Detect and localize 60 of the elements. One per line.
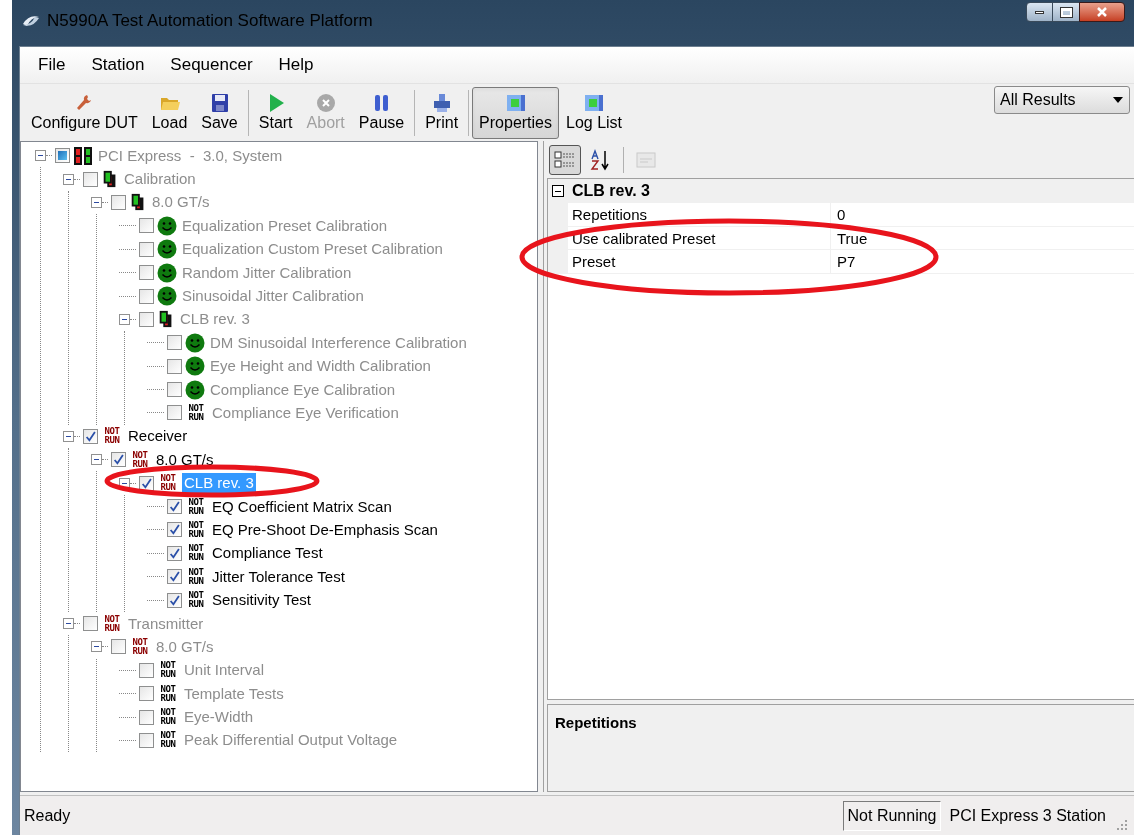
collapse-toggle[interactable] <box>552 185 564 197</box>
status-label: NOT RUN <box>187 404 205 422</box>
status-label: NOT RUN <box>187 520 205 539</box>
smiley-icon <box>157 239 177 260</box>
status-label: NOT RUN <box>131 450 149 469</box>
property-name: Preset <box>568 250 831 274</box>
toolbar-button[interactable]: Pause <box>351 86 412 139</box>
status-message: Ready <box>24 805 71 826</box>
app-logo-icon <box>21 14 41 28</box>
status-label: NOT RUN <box>103 427 121 446</box>
status-label: NOT RUN <box>159 731 177 750</box>
toolbar-button[interactable]: Start <box>251 86 300 139</box>
toolbar-button[interactable]: Log List <box>559 86 630 139</box>
run-state-indicator: Not Running <box>842 800 942 831</box>
description-title: Repetitions <box>555 714 637 731</box>
minimize-button[interactable] <box>1026 2 1053 22</box>
smiley-icon <box>157 286 177 307</box>
toolbar-button[interactable]: Properties <box>472 86 559 139</box>
status-label: NOT RUN <box>159 684 177 703</box>
sort-az-icon <box>590 148 612 171</box>
categorized-list-icon <box>554 150 576 169</box>
status-label: NOT RUN <box>187 497 205 516</box>
status-label: NOT RUN <box>159 708 177 727</box>
module-icon <box>73 145 93 166</box>
menu-item[interactable]: Station <box>89 52 147 78</box>
panel-icon <box>504 92 527 113</box>
resize-grip-icon <box>1116 819 1128 831</box>
results-filter-dropdown[interactable]: All Results <box>994 86 1130 114</box>
smiley-icon <box>185 379 205 400</box>
smiley-icon <box>157 215 177 236</box>
close-button[interactable] <box>1079 2 1125 22</box>
window-title: N5990A Test Automation Software Platform <box>47 10 373 32</box>
menu-item[interactable]: Sequencer <box>168 52 255 78</box>
category-heading: CLB rev. 3 <box>572 181 650 201</box>
menu-item[interactable]: Help <box>276 52 316 78</box>
status-label: NOT RUN <box>187 544 205 563</box>
menu-item[interactable]: File <box>36 52 68 78</box>
status-label: NOT RUN <box>187 567 205 586</box>
maximize-button[interactable] <box>1053 2 1079 22</box>
smiley-icon <box>185 356 205 377</box>
status-label: NOT RUN <box>131 637 149 656</box>
status-label: NOT RUN <box>159 661 177 680</box>
caret-icon <box>1113 97 1123 103</box>
status-label: NOT RUN <box>187 591 205 610</box>
status-label: NOT RUN <box>103 614 121 633</box>
smiley-icon <box>157 262 177 283</box>
toolbar-button[interactable]: Configure DUT <box>24 86 145 139</box>
smiley-icon <box>185 332 205 353</box>
toolbar-button[interactable]: Save <box>194 86 245 139</box>
status-label: NOT RUN <box>159 474 177 493</box>
property-pages-icon <box>635 150 657 169</box>
toolbar-button[interactable]: Print <box>418 86 466 139</box>
abort-icon <box>314 92 337 113</box>
property-value[interactable]: 0 <box>831 203 1134 227</box>
property-value[interactable]: P7 <box>831 250 1134 274</box>
station-name: PCI Express 3 Station <box>949 805 1106 826</box>
categorized-view-button[interactable] <box>549 144 581 175</box>
panel-icon <box>583 92 606 113</box>
close-icon <box>1096 7 1108 17</box>
toolbar-button[interactable]: Load <box>144 86 195 139</box>
